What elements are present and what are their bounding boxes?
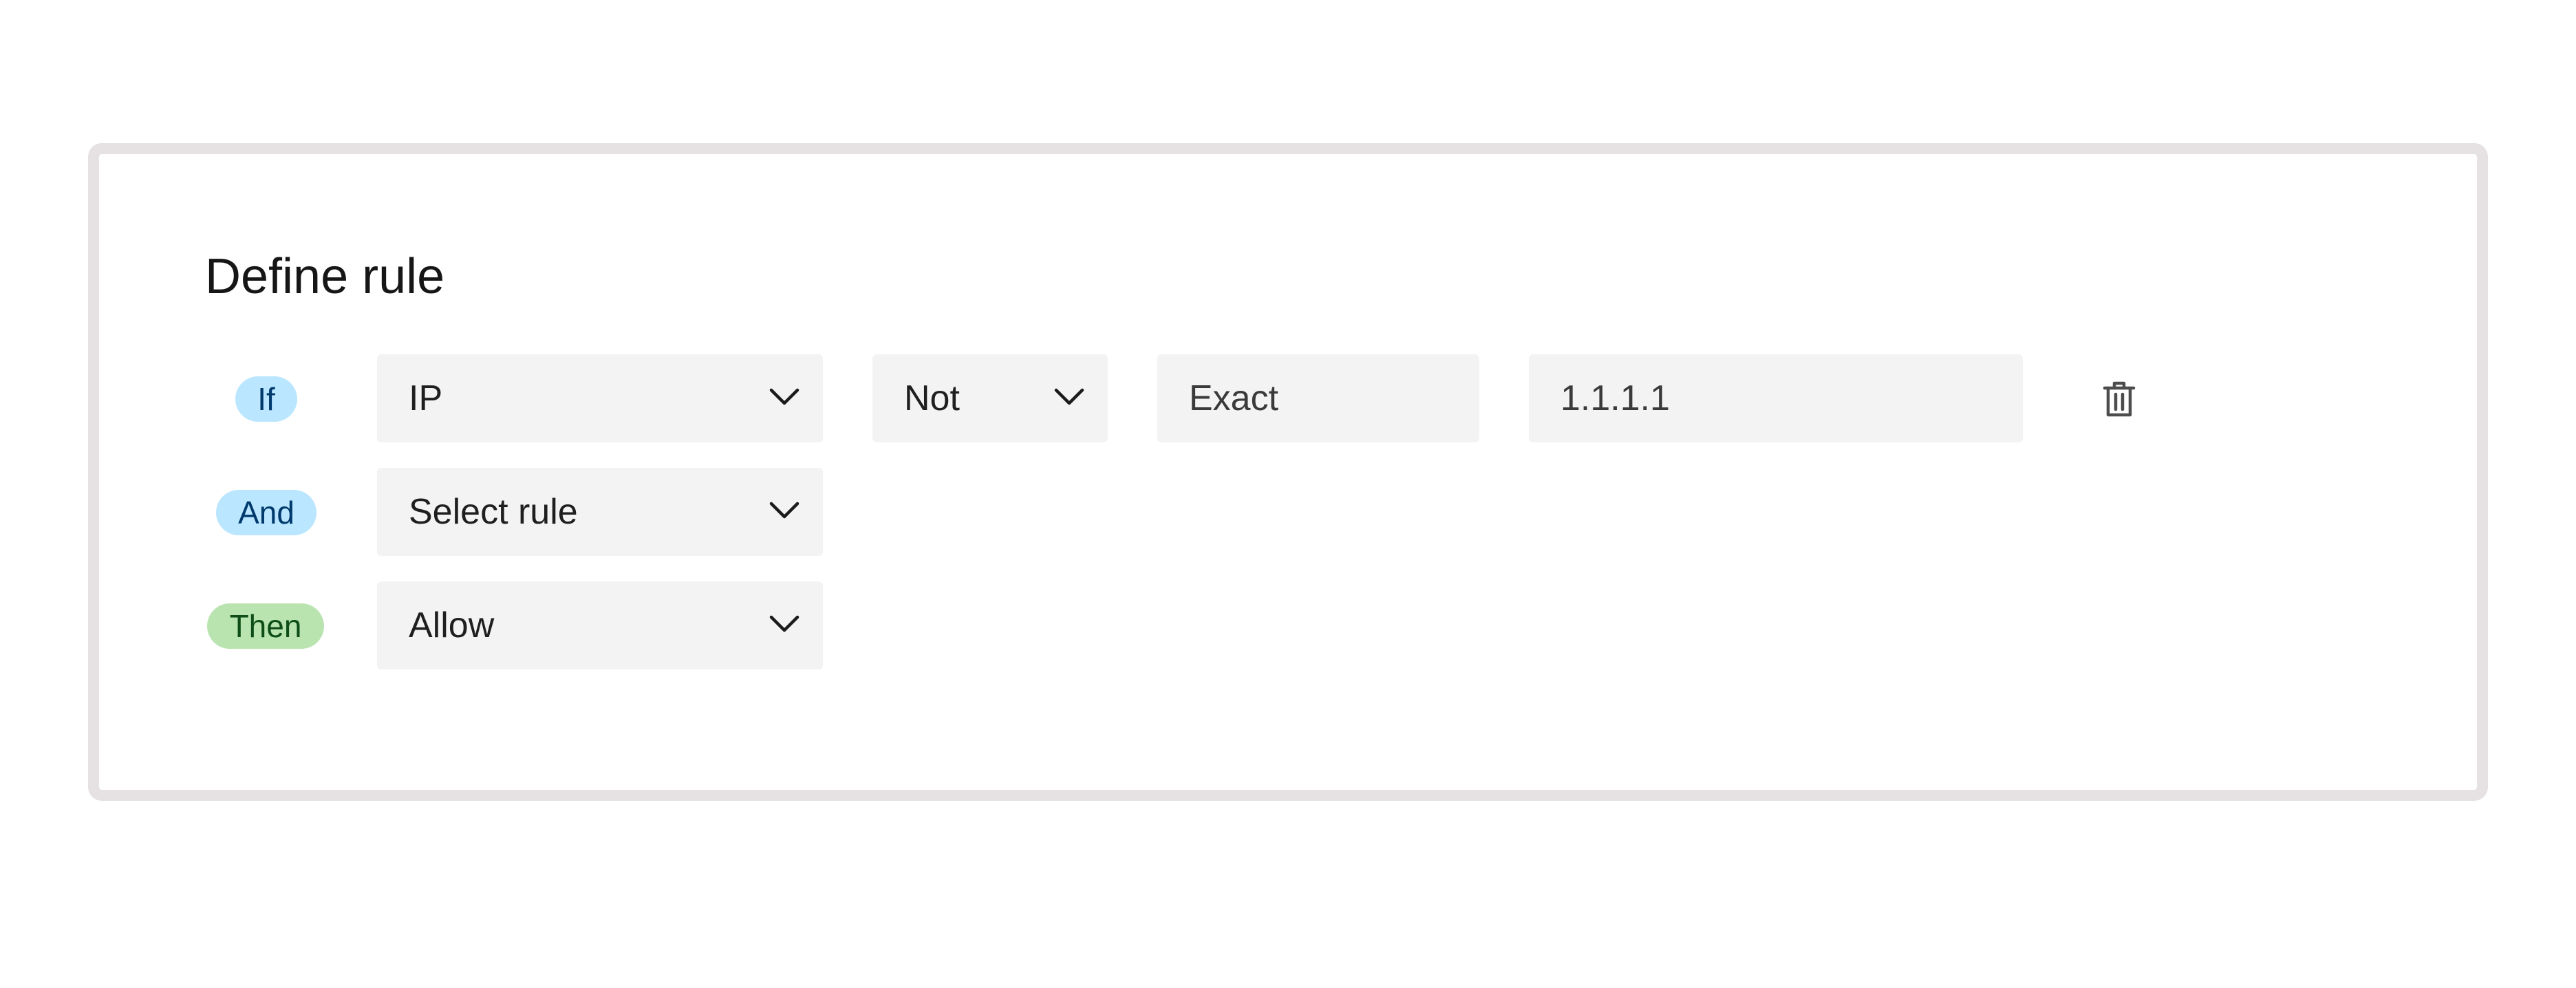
action-select[interactable]: Allow [377, 581, 823, 669]
select-rule-dropdown[interactable]: Select rule [377, 468, 823, 556]
and-row: And Select rule [0, 468, 2576, 557]
operator-select[interactable]: Not [872, 354, 1108, 442]
value-input[interactable]: 1.1.1.1 [1529, 354, 2023, 442]
match-type-field[interactable]: Exact [1157, 354, 1479, 442]
attribute-select[interactable]: IP [377, 354, 823, 442]
operator-select-value: Not [904, 378, 960, 418]
if-tag: If [235, 376, 297, 422]
then-row: Then Allow [0, 581, 2576, 671]
value-input-text: 1.1.1.1 [1560, 378, 1671, 418]
and-tag: And [216, 490, 316, 535]
trash-icon[interactable] [2103, 380, 2136, 418]
page-title: Define rule [205, 249, 445, 304]
chevron-down-icon [1054, 388, 1084, 405]
chevron-down-icon [769, 615, 799, 632]
match-type-value: Exact [1189, 378, 1279, 418]
action-select-value: Allow [409, 605, 495, 645]
if-row: If IP Not Exact 1.1.1.1 [0, 354, 2576, 444]
chevron-down-icon [769, 388, 799, 405]
select-rule-placeholder: Select rule [409, 492, 578, 532]
attribute-select-value: IP [409, 378, 443, 418]
then-tag: Then [207, 603, 324, 649]
chevron-down-icon [769, 502, 799, 519]
